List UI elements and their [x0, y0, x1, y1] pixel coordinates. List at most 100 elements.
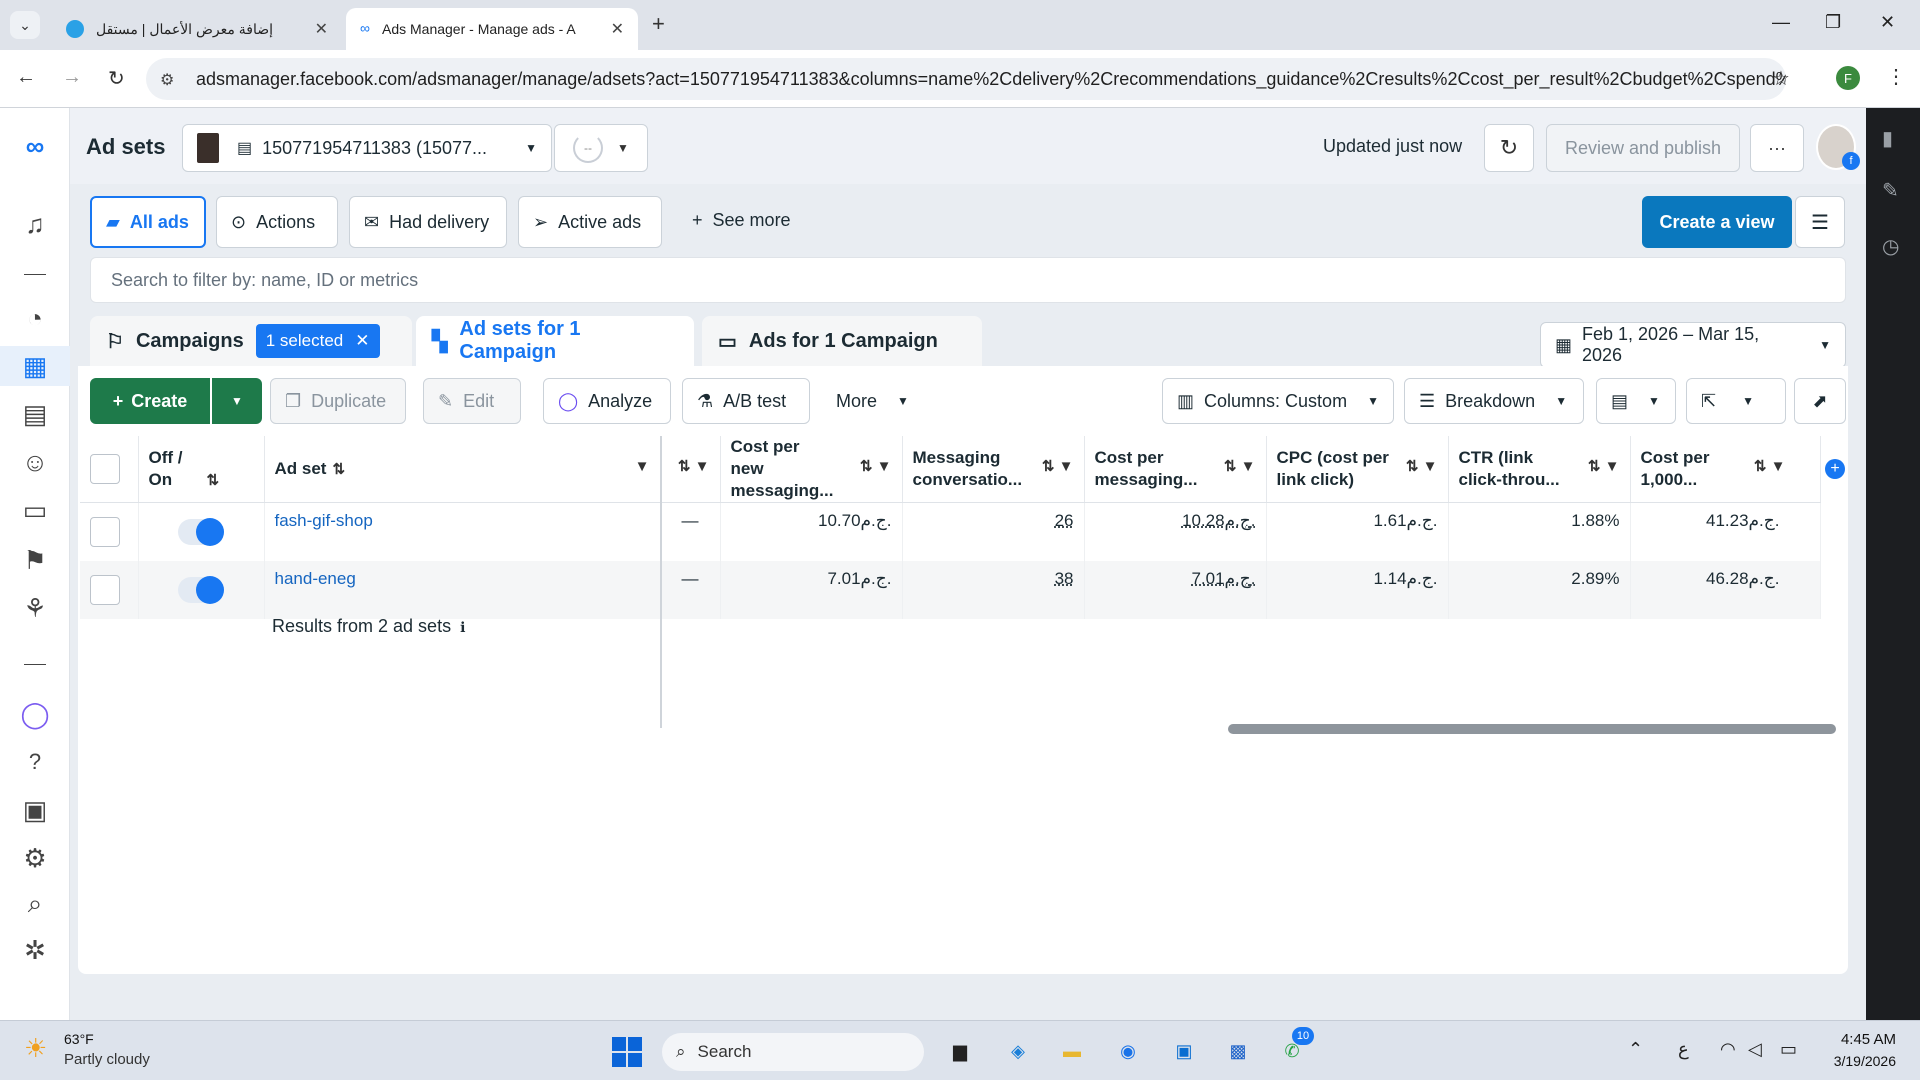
sort-menu-icon[interactable]: ⇅ ▼ — [860, 456, 892, 478]
volume-icon[interactable]: ◁ — [1748, 1039, 1762, 1060]
table-row[interactable]: fash-gif-shop — 10.70ج.م. 26 10.28ج.م. 1… — [80, 502, 1821, 561]
cell-messaging-conversations[interactable]: 26 — [902, 502, 1085, 561]
see-more-button[interactable]: + See more — [692, 210, 791, 231]
weather-partly-cloudy-icon[interactable]: ☀ — [24, 1033, 47, 1064]
battery-icon[interactable]: ▭ — [1780, 1039, 1797, 1060]
history-clock-icon[interactable]: ◷ — [1882, 234, 1899, 259]
cell-messaging-conversations[interactable]: 38 — [902, 560, 1085, 619]
remote-app-icon[interactable]: ▩ — [1222, 1035, 1254, 1067]
edit-button[interactable]: ✎ Edit — [423, 378, 521, 424]
header-cost-new-messaging[interactable]: Cost per new messaging... ⇅ ▼ — [720, 436, 903, 503]
tab-campaigns[interactable]: ⚐ Campaigns 1 selected ✕ — [90, 316, 412, 366]
tab-ads-manager[interactable]: ∞ Ads Manager - Manage ads - A ✕ — [346, 8, 638, 50]
table-row[interactable]: hand-eneg — 7.01ج.م. 38 7.01ج.م. 1.14ج.م… — [80, 560, 1821, 619]
frozen-column-divider[interactable] — [660, 436, 662, 728]
audiences-icon[interactable]: ☺ — [0, 442, 70, 482]
sort-icon[interactable]: ⇅ — [332, 461, 345, 478]
delivery-toggle[interactable] — [178, 575, 224, 604]
chevron-up-icon[interactable]: ⌃ — [1628, 1039, 1643, 1060]
sort-icon[interactable]: ⇅ — [207, 472, 220, 489]
caret-down-icon[interactable]: ▼ — [635, 456, 650, 478]
ab-test-button[interactable]: ⚗ A/B test — [682, 378, 810, 424]
taskbar-search[interactable]: ⌕ Search — [662, 1033, 924, 1071]
reports-icon[interactable]: ▤ — [0, 394, 70, 434]
cell-cost-per-messaging[interactable]: 10.28ج.م. — [1084, 502, 1267, 561]
minimize-icon[interactable]: — — [1772, 12, 1790, 33]
more-button[interactable]: More ▼ — [822, 378, 928, 424]
meta-logo-icon[interactable]: ∞ — [0, 126, 70, 166]
row-checkbox[interactable] — [90, 574, 120, 605]
header-cost-per-messaging[interactable]: Cost per messaging... ⇅ ▼ — [1084, 436, 1267, 503]
tab-mostaql[interactable]: إضافة معرض الأعمال | مستقل ✕ — [52, 8, 342, 50]
clock-date[interactable]: 3/19/2026 — [1826, 1053, 1896, 1069]
forward-arrow-icon[interactable]: → — [62, 66, 82, 89]
add-column-icon[interactable]: + — [1825, 459, 1845, 479]
browser-menu-icon[interactable]: ⋮ — [1886, 64, 1906, 89]
settings-gear-icon[interactable]: ⚙ — [0, 838, 70, 878]
business-suite-icon[interactable]: ⚘ — [0, 588, 70, 628]
header-cpc[interactable]: CPC (cost per link click) ⇅ ▼ — [1266, 436, 1449, 503]
microsoft-365-icon[interactable]: ◈ — [1002, 1035, 1034, 1067]
header-off-on[interactable]: Off / On ⇅ — [138, 436, 265, 503]
language-indicator[interactable]: ع — [1678, 1039, 1689, 1060]
charts-button[interactable]: ⬈ — [1794, 378, 1846, 424]
edit-pencil-icon[interactable]: ✎ — [1882, 178, 1899, 203]
task-view-icon[interactable]: ▆ — [944, 1035, 976, 1067]
dashboard-gauge-icon[interactable]: ◔ — [0, 298, 70, 338]
close-tab-icon[interactable]: ✕ — [611, 19, 624, 39]
columns-button[interactable]: ▥ Columns: Custom ▼ — [1162, 378, 1394, 424]
close-tab-icon[interactable]: ✕ — [315, 19, 328, 39]
campaigns-megaphone-icon[interactable]: ⚑ — [0, 540, 70, 580]
cell-cost-per-messaging[interactable]: 7.01ج.م. — [1084, 560, 1267, 619]
header-ad-set[interactable]: Ad set ⇅ ▼ — [264, 436, 661, 503]
refresh-button[interactable]: ↻ — [1484, 124, 1534, 172]
adset-name-link[interactable]: hand-eneg — [275, 569, 356, 588]
create-button[interactable]: + Create — [90, 378, 210, 424]
chrome-icon[interactable]: ◉ — [1112, 1035, 1144, 1067]
clear-selection-icon[interactable]: ✕ — [355, 331, 369, 351]
new-tab-icon[interactable]: + — [652, 11, 665, 37]
account-selector[interactable]: ▤ 150771954711383 (15077... ▼ — [182, 124, 552, 172]
tab-search-chevron-icon[interactable]: ⌄ — [10, 11, 40, 39]
adset-name-link[interactable]: fash-gif-shop — [275, 511, 373, 530]
status-selector[interactable]: -- ▼ — [554, 124, 648, 172]
back-arrow-icon[interactable]: ← — [16, 66, 36, 89]
select-all-checkbox[interactable] — [90, 454, 120, 484]
search-icon[interactable]: ⌕ — [0, 884, 70, 924]
sort-menu-icon[interactable]: ⇅ ▼ — [1754, 456, 1786, 478]
chart-bars-icon[interactable]: ▮ — [1882, 126, 1893, 151]
header-messaging-conversations[interactable]: Messaging conversatio... ⇅ ▼ — [902, 436, 1085, 503]
notifications-bell-icon[interactable]: ♫ — [0, 204, 70, 244]
tab-adsets[interactable]: ▚ Ad sets for 1 Campaign — [416, 316, 694, 366]
sort-menu-icon[interactable]: ⇅ ▼ — [1224, 456, 1256, 478]
export-button[interactable]: ⇱ ▼ — [1686, 378, 1786, 424]
create-view-button[interactable]: Create a view — [1642, 196, 1792, 248]
help-question-icon[interactable]: ? — [0, 742, 70, 782]
filter-all-ads[interactable]: ▰ All ads — [90, 196, 206, 248]
filter-had-delivery[interactable]: ✉ Had delivery — [349, 196, 507, 248]
filter-settings-button[interactable]: ☰ — [1795, 196, 1845, 248]
wifi-icon[interactable]: ◠ — [1720, 1039, 1736, 1060]
header-cpm[interactable]: Cost per 1,000... ⇅ ▼ — [1630, 436, 1821, 503]
duplicate-button[interactable]: ❐ Duplicate — [270, 378, 406, 424]
bookmark-star-icon[interactable]: ☆ — [1772, 66, 1790, 91]
row-checkbox[interactable] — [90, 517, 120, 547]
search-input[interactable]: Search to filter by: name, ID or metrics — [90, 257, 1846, 303]
filter-active-ads[interactable]: ➢ Active ads — [518, 196, 662, 248]
tab-ads[interactable]: ▭ Ads for 1 Campaign — [702, 316, 982, 366]
sort-menu-icon[interactable]: ⇅ ▼ — [1406, 456, 1438, 478]
date-range-picker[interactable]: ▦ Feb 1, 2026 – Mar 15, 2026 ▼ — [1540, 322, 1846, 368]
billing-card-icon[interactable]: ▭ — [0, 490, 70, 530]
close-window-icon[interactable]: ✕ — [1880, 12, 1895, 33]
create-dropdown-button[interactable]: ▼ — [212, 378, 262, 424]
clock-time[interactable]: 4:45 AM — [1840, 1031, 1896, 1048]
profile-avatar[interactable]: F — [1836, 66, 1860, 90]
windows-start-icon[interactable] — [612, 1037, 642, 1067]
news-icon[interactable]: ▣ — [0, 790, 70, 830]
analyze-button[interactable]: ◯ Analyze — [543, 378, 671, 424]
delivery-toggle[interactable] — [178, 518, 224, 546]
sort-menu-icon[interactable]: ⇅ ▼ — [1588, 456, 1620, 478]
url-input[interactable]: adsmanager.facebook.com/adsmanager/manag… — [146, 58, 1786, 100]
reports-button[interactable]: ▤ ▼ — [1596, 378, 1676, 424]
sort-menu-icon[interactable]: ⇅ ▼ — [678, 456, 710, 478]
